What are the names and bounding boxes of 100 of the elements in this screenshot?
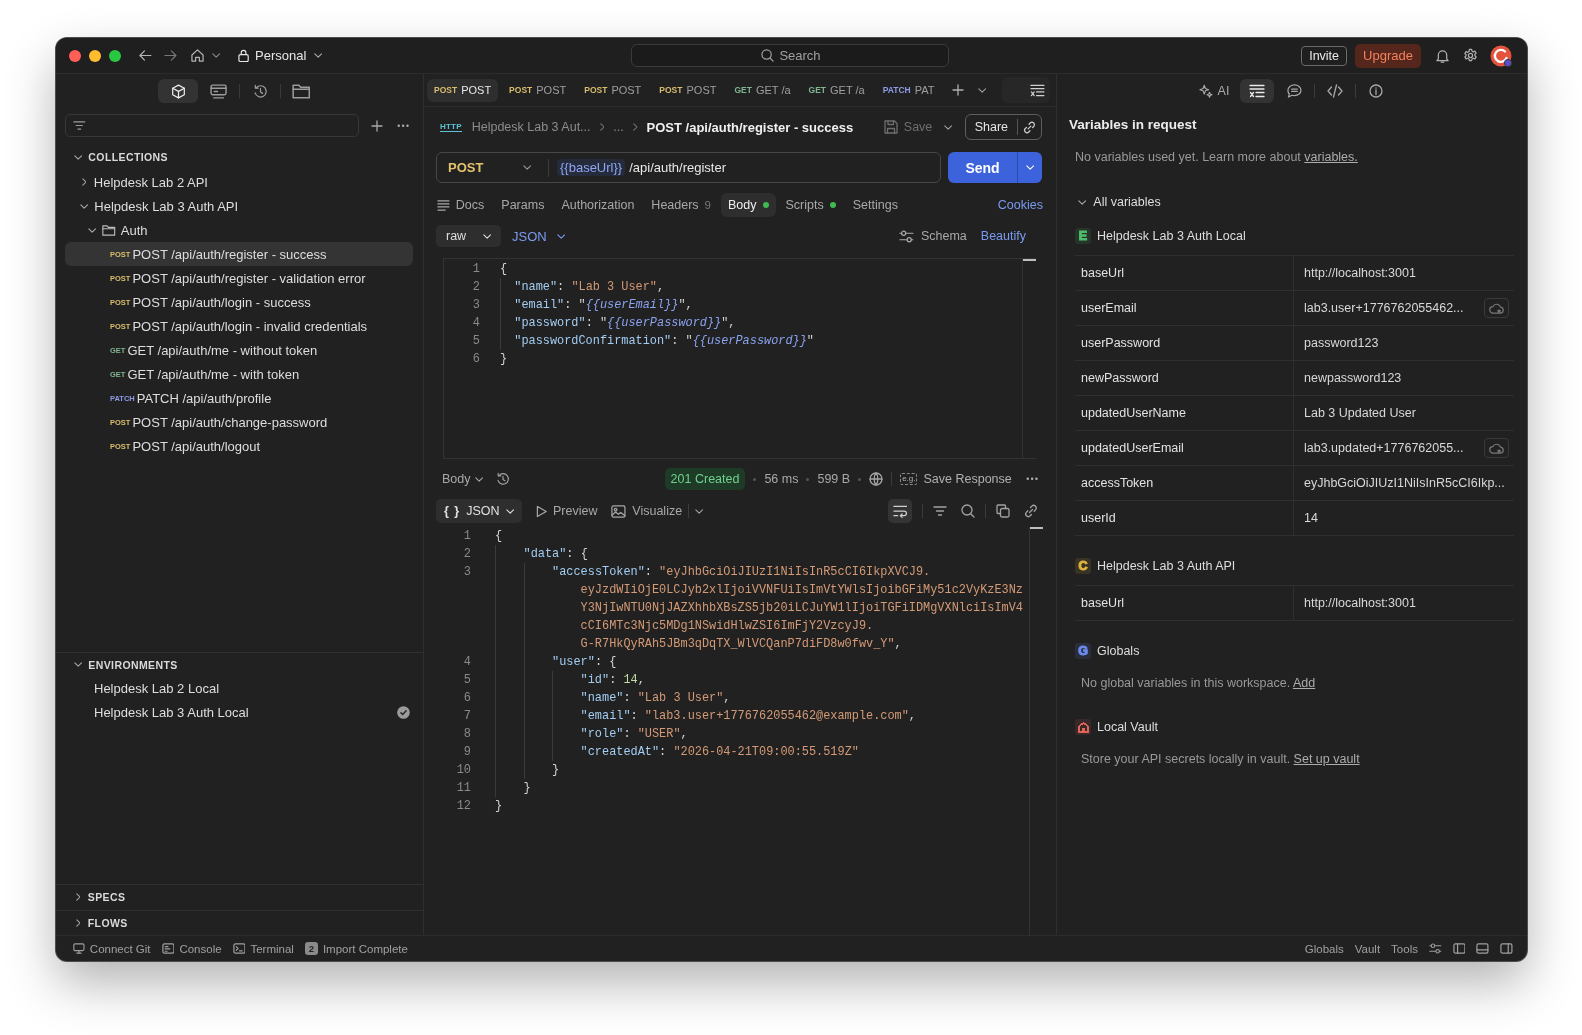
environment-item[interactable]: Helpdesk Lab 2 Local — [56, 676, 423, 700]
variable-value[interactable]: http://localhost:3001 — [1294, 266, 1514, 280]
send-options-button[interactable] — [1017, 152, 1042, 183]
caret-icon[interactable] — [977, 87, 986, 93]
cloud-button[interactable] — [1484, 438, 1509, 458]
copy-icon[interactable] — [996, 504, 1010, 518]
code-editor[interactable]: 1 { 2 "name": "Lab 3 User", 3 "email": "{{userEmail}}", 4 "password": "{{userPassword}}", 5 "passwordConfirmation": "{{userPassword}}" 6 } — [443, 258, 1036, 459]
back-arrow-icon[interactable] — [139, 50, 152, 61]
section-header[interactable]: COLLECTIONS — [56, 146, 423, 168]
all-variables-toggle[interactable]: All variables — [1057, 187, 1527, 217]
sidebar-tab[interactable] — [158, 79, 198, 103]
section-header[interactable]: ENVIRONMENTS — [56, 653, 423, 676]
variable-value[interactable]: 14 — [1294, 511, 1514, 525]
settings-icon[interactable] — [1463, 48, 1478, 63]
close-window-button[interactable] — [69, 49, 81, 62]
zoom-window-button[interactable] — [109, 49, 121, 62]
method-select[interactable]: POST — [437, 153, 548, 182]
status-bar-item[interactable]: Globals — [1304, 942, 1344, 955]
format-select[interactable]: { } JSON — [436, 499, 522, 523]
more-icon[interactable] — [1025, 477, 1038, 481]
request-section-tab[interactable]: Docs — [430, 193, 492, 217]
status-bar-item[interactable]: Vault — [1354, 942, 1381, 955]
request-tab[interactable]: POST POST — [502, 78, 574, 102]
cloud-button[interactable] — [1484, 298, 1509, 318]
more-icon[interactable] — [397, 123, 410, 128]
send-button[interactable]: Send — [948, 152, 1017, 183]
folder-item[interactable]: Auth — [65, 218, 413, 242]
variable-value[interactable]: password123 — [1294, 336, 1514, 350]
section-header[interactable]: FLOWS — [56, 909, 423, 935]
status-bar-item[interactable]: 2 Import Complete — [304, 942, 408, 955]
breadcrumb-link[interactable]: ... — [613, 120, 624, 134]
right-panel-layout-icon[interactable] — [1500, 943, 1513, 954]
toolbar-button[interactable]: AI — [1190, 79, 1238, 103]
request-tab[interactable]: POST POST — [427, 78, 499, 102]
caret-icon[interactable] — [211, 53, 220, 58]
scrollbar-thumb[interactable] — [1030, 527, 1043, 529]
request-tab[interactable]: PATCH PAT — [875, 78, 942, 102]
inline-link[interactable]: Set up vault — [1293, 752, 1360, 766]
language-select[interactable]: JSON — [512, 228, 565, 244]
avatar-icon[interactable] — [1490, 44, 1512, 67]
request-section-tab[interactable]: Authorization — [554, 193, 642, 217]
share-button[interactable]: Share — [965, 115, 1017, 139]
upgrade-button[interactable]: Upgrade — [1355, 43, 1421, 68]
toolbar-button[interactable] — [1240, 79, 1275, 103]
request-section-tab[interactable]: Scripts — [778, 193, 843, 217]
sidebar-layout-icon[interactable] — [1452, 943, 1466, 954]
search-field[interactable]: Search — [631, 44, 949, 67]
collection-item[interactable]: Helpdesk Lab 3 Auth API — [65, 194, 413, 218]
cookies-link[interactable]: Cookies — [997, 198, 1043, 212]
request-tab[interactable]: GET GET /a — [727, 78, 798, 102]
request-section-tab[interactable]: Body — [721, 193, 776, 217]
request-section-tab[interactable]: Params — [494, 193, 552, 217]
filter-field[interactable] — [65, 114, 359, 137]
variable-value[interactable]: lab3.updated+1776762055... — [1294, 441, 1484, 455]
caret-icon[interactable] — [695, 508, 704, 514]
variable-value[interactable]: lab3.user+1776762055462... — [1294, 301, 1484, 315]
status-bar-item[interactable]: Connect Git — [73, 942, 151, 955]
link-icon[interactable] — [1024, 504, 1038, 518]
scrollbar-thumb[interactable] — [1023, 259, 1036, 261]
add-icon[interactable] — [371, 119, 383, 132]
request-tab[interactable]: GET GET /a — [801, 78, 872, 102]
beautify-button[interactable]: Beautify — [980, 229, 1026, 243]
variable-value[interactable]: eyJhbGciOiJIUzI1NiIsInR5cCI6Ikp... — [1294, 476, 1514, 490]
search-icon[interactable] — [961, 504, 975, 518]
inline-link[interactable]: Add — [1292, 676, 1316, 690]
inline-link[interactable]: variables. — [1304, 150, 1358, 164]
home-icon[interactable] — [190, 49, 204, 62]
sliders-icon[interactable] — [1428, 943, 1442, 954]
bell-icon[interactable] — [1435, 48, 1449, 63]
status-bar-item[interactable]: Console — [161, 942, 222, 955]
response-view-select[interactable]: Body — [442, 472, 483, 486]
body-mode-select[interactable]: raw — [436, 225, 501, 247]
request-tab[interactable]: POST POST — [577, 78, 649, 102]
add-tab-icon[interactable] — [951, 84, 964, 96]
forward-arrow-icon[interactable] — [163, 50, 177, 61]
variable-value[interactable]: Lab 3 Updated User — [1294, 406, 1514, 420]
variable-value[interactable]: http://localhost:3001 — [1294, 596, 1514, 610]
request-section-tab[interactable]: Settings — [845, 193, 905, 217]
invite-button[interactable]: Invite — [1301, 45, 1348, 66]
caret-icon[interactable] — [944, 124, 953, 130]
visualize-button[interactable]: Visualize — [611, 504, 683, 518]
preview-button[interactable]: Preview — [535, 504, 598, 518]
save-response-button[interactable]: e.g. Save Response — [900, 472, 1012, 486]
status-bar-item[interactable]: Tools — [1391, 942, 1418, 955]
request-tab[interactable]: POST POST — [652, 78, 724, 102]
filter-icon[interactable] — [933, 506, 947, 516]
section-header[interactable]: SPECS — [56, 884, 423, 910]
request-section-tab[interactable]: Headers 9 — [644, 193, 718, 217]
minimize-window-button[interactable] — [89, 49, 101, 62]
globe-icon[interactable] — [869, 472, 884, 486]
history-icon[interactable] — [495, 472, 510, 486]
wrap-lines-button[interactable] — [888, 499, 912, 523]
schema-button[interactable]: Schema — [899, 229, 967, 243]
environment-item[interactable]: Helpdesk Lab 3 Auth Local — [56, 700, 423, 724]
status-bar-item[interactable]: Terminal — [232, 942, 294, 955]
environment-selector[interactable] — [1001, 77, 1050, 103]
variable-value[interactable]: newpassword123 — [1294, 371, 1514, 385]
collection-item[interactable]: Helpdesk Lab 2 API — [65, 170, 413, 194]
workspace-switcher[interactable]: Personal — [238, 48, 323, 63]
url-field[interactable]: {{baseUrl}} /api/auth/register — [549, 159, 940, 176]
